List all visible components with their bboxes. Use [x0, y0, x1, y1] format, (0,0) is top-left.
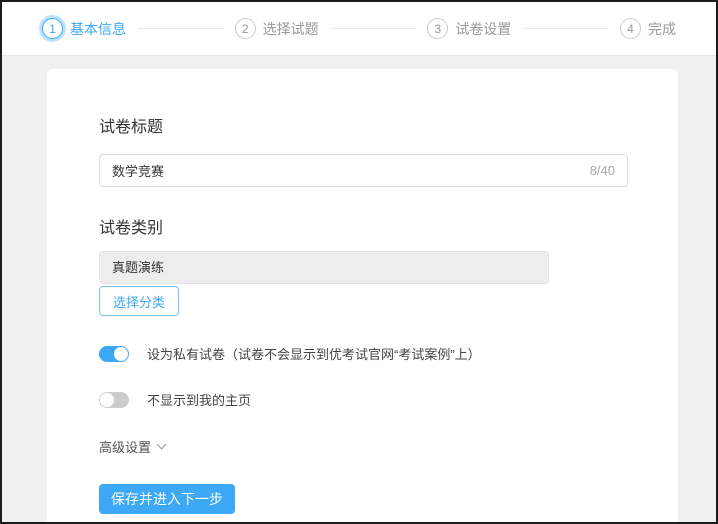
- hide-homepage-toggle-label: 不显示到我的主页: [147, 393, 252, 408]
- exam-wizard-window: 1 基本信息 2 选择试题 3 试卷设置 4 完成 试卷标题 数学竞赛 8/40…: [0, 0, 718, 524]
- step-connector: [523, 28, 609, 29]
- choose-category-button[interactable]: 选择分类: [99, 286, 180, 316]
- step-3-label: 试卷设置: [455, 20, 512, 37]
- private-exam-toggle[interactable]: [99, 345, 129, 362]
- hide-homepage-toggle[interactable]: [99, 391, 129, 408]
- step-exam-settings[interactable]: 3 试卷设置: [427, 18, 511, 39]
- private-exam-row: 设为私有试卷（试卷不会显示到优考试官网“考试案例”上）: [99, 344, 628, 363]
- exam-title-input[interactable]: 数学竞赛 8/40: [99, 154, 628, 187]
- exam-title-value: 数学竞赛: [112, 164, 165, 179]
- step-1-circle: 1: [42, 18, 63, 39]
- exam-title-label: 试卷标题: [99, 119, 164, 136]
- advanced-settings-label: 高级设置: [99, 440, 152, 455]
- step-1-label: 基本信息: [70, 20, 126, 37]
- toggle-knob: [114, 346, 128, 361]
- step-4-label: 完成: [648, 20, 677, 37]
- step-connector: [138, 28, 223, 29]
- exam-category-label: 试卷类别: [99, 220, 164, 237]
- main-area: 试卷标题 数学竞赛 8/40 试卷类别 真题演练 选择分类 设为私有试卷（试卷不…: [2, 56, 716, 522]
- save-next-step-button[interactable]: 保存并进入下一步: [99, 484, 235, 514]
- hide-homepage-row: 不显示到我的主页: [99, 390, 628, 409]
- wizard-stepper-header: 1 基本信息 2 选择试题 3 试卷设置 4 完成: [2, 2, 716, 56]
- step-select-questions[interactable]: 2 选择试题: [234, 18, 319, 39]
- basic-info-form-card: 试卷标题 数学竞赛 8/40 试卷类别 真题演练 选择分类 设为私有试卷（试卷不…: [47, 69, 678, 522]
- step-complete[interactable]: 4 完成: [620, 18, 676, 39]
- stepper: 1 基本信息 2 选择试题 3 试卷设置 4 完成: [42, 18, 676, 39]
- exam-category-field: 真题演练: [99, 251, 549, 284]
- chevron-down-icon: [156, 439, 167, 450]
- private-exam-toggle-label: 设为私有试卷（试卷不会显示到优考试官网“考试案例”上）: [147, 347, 481, 362]
- char-counter: 8/40: [589, 163, 615, 178]
- advanced-settings-link[interactable]: 高级设置: [99, 437, 167, 456]
- toggle-knob: [100, 392, 114, 407]
- step-3-circle: 3: [427, 18, 449, 39]
- step-connector: [330, 28, 416, 29]
- step-2-label: 选择试题: [262, 20, 319, 37]
- step-4-circle: 4: [620, 18, 642, 39]
- step-basic-info[interactable]: 1 基本信息: [42, 18, 126, 39]
- step-2-circle: 2: [234, 18, 256, 39]
